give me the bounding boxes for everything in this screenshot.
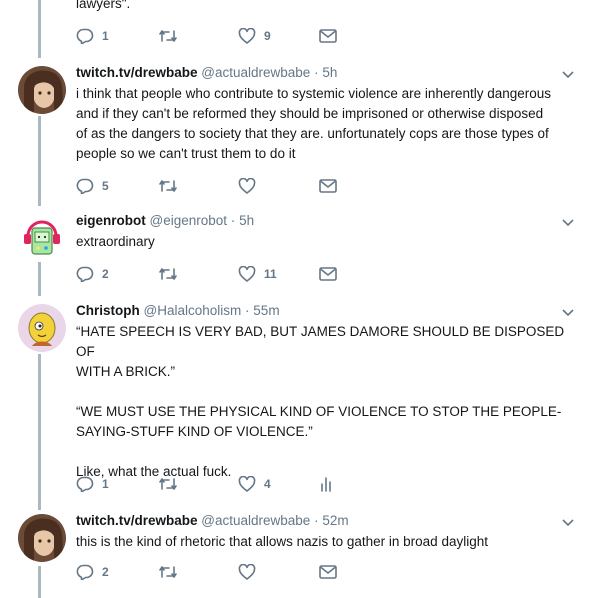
analytics-button[interactable] bbox=[319, 476, 333, 492]
reply-count: 1 bbox=[102, 29, 109, 43]
tweet[interactable]: eigenrobot @eigenrobot · 5h extraordinar… bbox=[0, 210, 595, 296]
tweet[interactable]: Christoph @Halalcoholism · 55m “HATE SPE… bbox=[0, 302, 595, 502]
retweet-button[interactable] bbox=[158, 267, 238, 281]
like-icon bbox=[238, 28, 256, 44]
retweet-button[interactable] bbox=[158, 29, 238, 43]
tweet-partial: lawyers". 1 9 bbox=[0, 0, 595, 58]
retweet-button[interactable] bbox=[158, 565, 238, 579]
avatar[interactable] bbox=[18, 514, 66, 562]
direct-message-icon bbox=[319, 565, 337, 579]
direct-message-button[interactable] bbox=[319, 565, 337, 579]
reply-button[interactable]: 2 bbox=[76, 266, 158, 282]
direct-message-button[interactable] bbox=[319, 267, 337, 281]
direct-message-button[interactable] bbox=[319, 179, 337, 193]
tweet-text: i think that people who contribute to sy… bbox=[76, 86, 552, 161]
tweet[interactable]: twitch.tv/drewbabe @actualdrewbabe · 5h … bbox=[0, 62, 595, 202]
tweet-header: twitch.tv/drewbabe @actualdrewbabe · 52m bbox=[76, 513, 349, 528]
like-button[interactable]: 4 bbox=[238, 476, 319, 492]
timestamp[interactable]: 52m bbox=[322, 513, 348, 528]
avatar[interactable] bbox=[18, 214, 66, 262]
retweet-icon bbox=[159, 268, 177, 280]
user-handle[interactable]: @eigenrobot bbox=[150, 213, 228, 228]
retweet-icon bbox=[159, 180, 177, 192]
tweet-header: eigenrobot @eigenrobot · 5h bbox=[76, 213, 255, 228]
like-count: 11 bbox=[264, 267, 277, 281]
reply-count: 1 bbox=[102, 477, 109, 491]
avatar[interactable] bbox=[18, 66, 66, 114]
timestamp[interactable]: 5h bbox=[322, 65, 337, 80]
reply-button[interactable]: 5 bbox=[76, 178, 158, 194]
tweet-text: this is the kind of rhetoric that allows… bbox=[76, 534, 488, 549]
retweet-icon bbox=[159, 566, 177, 578]
reply-count: 2 bbox=[102, 267, 109, 281]
like-icon bbox=[238, 178, 256, 194]
like-icon bbox=[238, 476, 256, 492]
like-button[interactable]: 11 bbox=[238, 266, 319, 282]
like-button[interactable]: 9 bbox=[238, 28, 319, 44]
retweet-button[interactable] bbox=[158, 477, 238, 491]
caret-down-icon[interactable] bbox=[561, 518, 575, 528]
direct-message-icon bbox=[319, 179, 337, 193]
reply-icon bbox=[76, 266, 94, 282]
reply-button[interactable]: 1 bbox=[76, 28, 158, 44]
reply-count: 2 bbox=[102, 565, 109, 579]
tweet-text: lawyers". bbox=[76, 0, 131, 11]
retweet-icon bbox=[159, 30, 177, 42]
reply-icon bbox=[76, 28, 94, 44]
caret-down-icon[interactable] bbox=[561, 70, 575, 80]
tweet-header: Christoph @Halalcoholism · 55m bbox=[76, 303, 280, 318]
timestamp[interactable]: 5h bbox=[239, 213, 254, 228]
display-name[interactable]: twitch.tv/drewbabe bbox=[76, 513, 198, 528]
reply-count: 5 bbox=[102, 179, 109, 193]
like-icon bbox=[238, 564, 256, 580]
user-handle[interactable]: @actualdrewbabe bbox=[201, 513, 310, 528]
direct-message-icon bbox=[319, 267, 337, 281]
display-name[interactable]: twitch.tv/drewbabe bbox=[76, 65, 198, 80]
tweet-header: twitch.tv/drewbabe @actualdrewbabe · 5h bbox=[76, 65, 338, 80]
reply-icon bbox=[76, 564, 94, 580]
analytics-icon bbox=[321, 477, 331, 492]
reply-button[interactable]: 1 bbox=[76, 476, 158, 492]
avatar[interactable] bbox=[18, 304, 66, 352]
like-count: 4 bbox=[264, 477, 271, 491]
like-button[interactable] bbox=[238, 178, 319, 194]
retweet-icon bbox=[159, 478, 177, 490]
direct-message-button[interactable] bbox=[319, 29, 337, 43]
reply-button[interactable]: 2 bbox=[76, 564, 158, 580]
caret-down-icon[interactable] bbox=[561, 308, 575, 318]
caret-down-icon[interactable] bbox=[561, 218, 575, 228]
display-name[interactable]: eigenrobot bbox=[76, 213, 146, 228]
direct-message-icon bbox=[319, 29, 337, 43]
tweet[interactable]: twitch.tv/drewbabe @actualdrewbabe · 52m… bbox=[0, 510, 595, 598]
like-button[interactable] bbox=[238, 564, 319, 580]
like-count: 9 bbox=[264, 29, 271, 43]
tweet-text: “HATE SPEECH IS VERY BAD, BUT JAMES DAMO… bbox=[76, 324, 565, 479]
like-icon bbox=[238, 266, 256, 282]
display-name[interactable]: Christoph bbox=[76, 303, 140, 318]
retweet-button[interactable] bbox=[158, 179, 238, 193]
user-handle[interactable]: @actualdrewbabe bbox=[201, 65, 310, 80]
timestamp[interactable]: 55m bbox=[253, 303, 279, 318]
reply-icon bbox=[76, 178, 94, 194]
tweet-text: extraordinary bbox=[76, 234, 155, 249]
user-handle[interactable]: @Halalcoholism bbox=[144, 303, 242, 318]
reply-icon bbox=[76, 476, 94, 492]
